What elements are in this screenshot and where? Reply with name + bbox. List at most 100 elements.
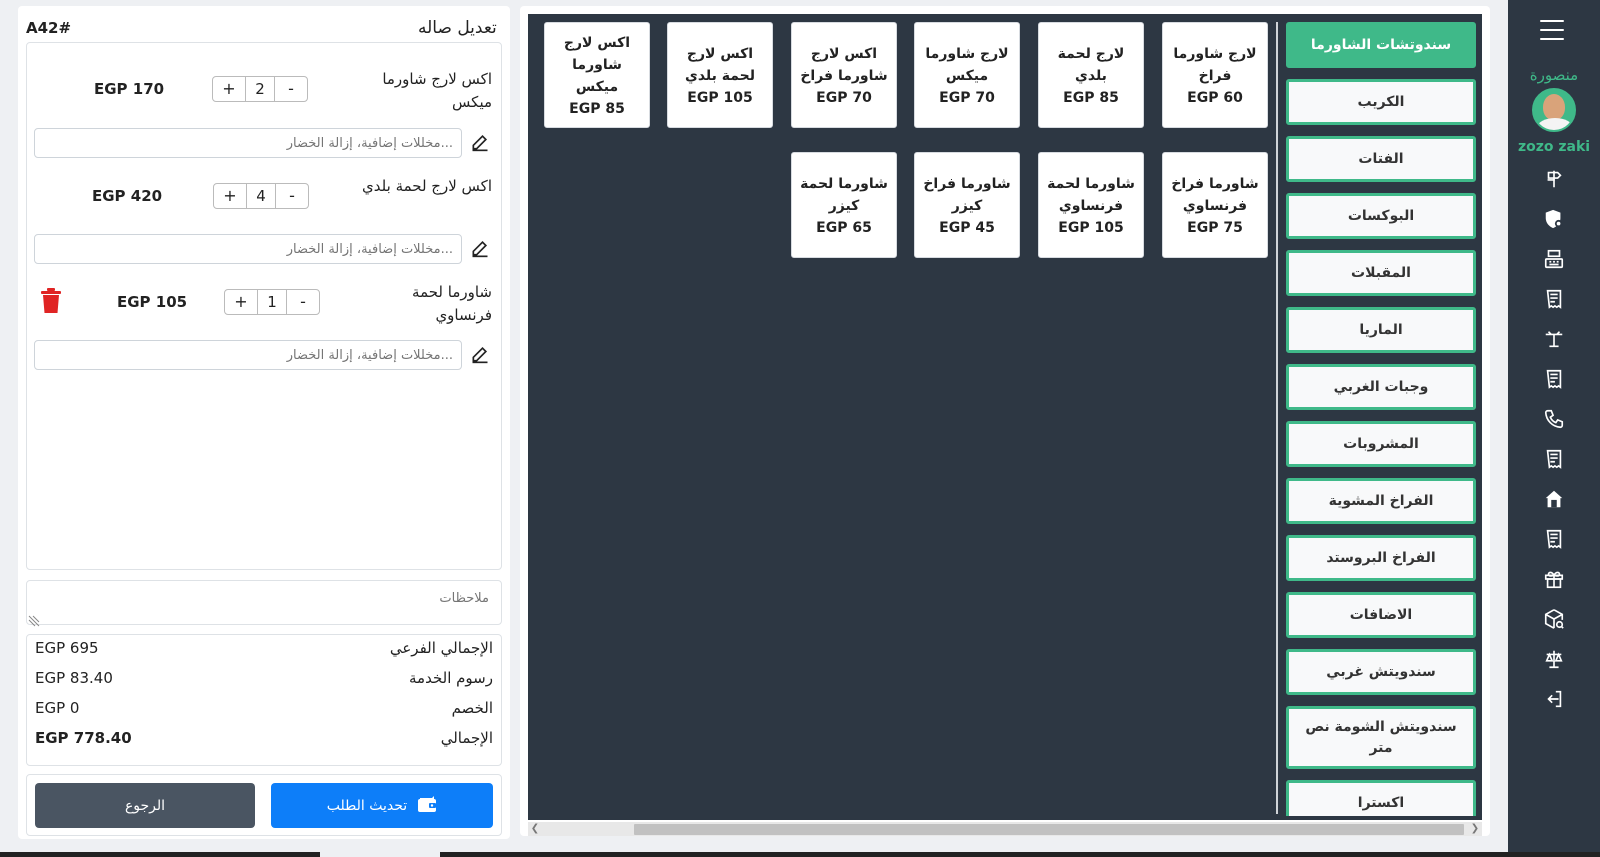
product-price: EGP 65 [816, 219, 872, 236]
category-crepe[interactable]: الكريب [1286, 79, 1476, 125]
product-price: EGP 85 [1063, 89, 1119, 106]
category-western-meals[interactable]: وجبات الغربي [1286, 364, 1476, 410]
branch-name: منصورة [1529, 66, 1579, 84]
category-divider [1276, 22, 1278, 814]
decrease-button[interactable]: - [275, 77, 307, 101]
product-card[interactable]: شاورما فراخ كيزر EGP 45 [914, 152, 1020, 258]
shield-gear-icon[interactable] [1542, 208, 1566, 232]
product-price: EGP 70 [939, 89, 995, 106]
product-name: شاورما لحمة فرنساوي [1047, 176, 1135, 214]
table-icon[interactable] [1542, 328, 1566, 352]
discount-row: EGP 0 الخصم [35, 693, 493, 723]
scrollbar-thumb[interactable] [634, 824, 1464, 835]
product-price: EGP 70 [816, 89, 872, 106]
scroll-left-icon[interactable]: ❮ [528, 822, 542, 836]
category-broasted-chicken[interactable]: الفراخ البروستد [1286, 535, 1476, 581]
category-western-sandwich[interactable]: سندويتش غربي [1286, 649, 1476, 695]
menu-icon[interactable] [1540, 20, 1564, 40]
phone-icon[interactable] [1542, 408, 1566, 432]
order-item-name: شاورما لحمة فرنساوي [412, 283, 492, 324]
order-item-name: اكس لارج شاورما ميكس [382, 70, 492, 111]
quantity-value: 4 [246, 184, 276, 208]
back-label: الرجوع [124, 797, 166, 814]
increase-button[interactable]: + [225, 290, 257, 314]
service-label: رسوم الخدمة [409, 669, 493, 687]
product-price: EGP 45 [939, 219, 995, 236]
package-search-icon[interactable] [1542, 608, 1566, 632]
order-actions: تحديث الطلب الرجوع [26, 774, 502, 836]
product-name: اكس لارج شاورما ميكس [563, 35, 631, 95]
edit-icon[interactable] [470, 344, 492, 366]
decrease-button[interactable]: - [276, 184, 308, 208]
store-icon[interactable] [1542, 488, 1566, 512]
edit-icon[interactable] [470, 238, 492, 260]
category-maria[interactable]: الماريا [1286, 307, 1476, 353]
receipt-icon[interactable] [1542, 368, 1566, 392]
order-item-price: EGP 420 [92, 187, 163, 205]
receipt-icon[interactable] [1542, 528, 1566, 552]
product-name: شاورما لحمة كيزر [800, 176, 888, 214]
order-totals: EGP 695 الإجمالي الفرعي EGP 83.40 رسوم ا… [26, 634, 502, 766]
product-card[interactable]: شاورما لحمة كيزر EGP 65 [791, 152, 897, 258]
scale-icon[interactable] [1542, 648, 1566, 672]
product-card[interactable]: اكس لارج لحمة بلدي EGP 105 [667, 22, 773, 128]
total-label: الإجمالي [440, 729, 493, 747]
wallet-icon [417, 795, 437, 817]
product-name: شاورما فراخ كيزر [923, 176, 1011, 214]
update-order-label: تحديث الطلب [326, 797, 408, 814]
extras-input[interactable] [34, 128, 462, 158]
category-extra[interactable]: اكسترا [1286, 780, 1476, 816]
order-item-price: EGP 170 [94, 80, 165, 98]
category-additions[interactable]: الاضافات [1286, 592, 1476, 638]
product-card[interactable]: شاورما لحمة فرنساوي EGP 105 [1038, 152, 1144, 258]
extras-input[interactable] [34, 234, 462, 264]
product-card[interactable]: اكس لارج شاورما فراخ EGP 70 [791, 22, 897, 128]
category-shawarma-sandwiches[interactable]: سندوتشات الشاورما [1286, 22, 1476, 68]
product-card[interactable]: لارج شاورما ميكس EGP 70 [914, 22, 1020, 128]
product-card[interactable]: لارج شاورما فراخ EGP 60 [1162, 22, 1268, 128]
quantity-stepper: + 2 - [212, 76, 308, 102]
receipt-icon[interactable] [1542, 448, 1566, 472]
logout-icon[interactable] [1542, 688, 1566, 712]
resize-handle-icon[interactable] [28, 612, 40, 627]
category-half-meter-sandwich[interactable]: سندويتش الشومة نص متر [1286, 706, 1476, 769]
notes-input[interactable] [26, 580, 502, 625]
product-price: EGP 85 [569, 100, 625, 117]
signpost-icon[interactable] [1542, 168, 1566, 192]
extras-input[interactable] [34, 340, 462, 370]
cash-register-icon[interactable] [1542, 248, 1566, 272]
total-value: EGP 778.40 [35, 729, 132, 747]
trash-icon[interactable] [40, 288, 62, 318]
gift-icon[interactable] [1542, 568, 1566, 592]
product-card[interactable]: لارج لحمة بلدي EGP 85 [1038, 22, 1144, 128]
quantity-stepper: + 4 - [213, 183, 309, 209]
increase-button[interactable]: + [214, 184, 246, 208]
product-price: EGP 60 [1187, 89, 1243, 106]
category-boxes[interactable]: البوكسات [1286, 193, 1476, 239]
update-order-button[interactable]: تحديث الطلب [271, 783, 493, 828]
horizontal-scrollbar[interactable]: ❮ ❯ [528, 822, 1482, 836]
avatar[interactable] [1532, 88, 1576, 132]
increase-button[interactable]: + [213, 77, 245, 101]
side-rail: منصورة zozo zaki [1508, 0, 1600, 857]
category-appetizers[interactable]: المقبلات [1286, 250, 1476, 296]
subtotal-row: EGP 695 الإجمالي الفرعي [35, 633, 493, 663]
scroll-right-icon[interactable]: ❯ [1468, 822, 1482, 836]
product-card[interactable]: شاورما فراخ فرنساوي EGP 75 [1162, 152, 1268, 258]
order-item-name: اكس لارج لحمة بلدي [362, 177, 492, 195]
category-drinks[interactable]: المشروبات [1286, 421, 1476, 467]
bottom-edge [440, 852, 1600, 857]
product-name: اكس لارج لحمة بلدي [685, 46, 755, 84]
decrease-button[interactable]: - [287, 290, 319, 314]
category-fatta[interactable]: الفتات [1286, 136, 1476, 182]
category-grilled-chicken[interactable]: الفراخ المشوية [1286, 478, 1476, 524]
receipt-icon[interactable] [1542, 288, 1566, 312]
order-title: تعديل صاله [418, 18, 497, 38]
product-card[interactable]: اكس لارج شاورما ميكس EGP 85 [544, 22, 650, 128]
edit-icon[interactable] [470, 132, 492, 154]
subtotal-value: EGP 695 [35, 639, 99, 657]
back-button[interactable]: الرجوع [35, 783, 255, 828]
product-name: لارج شاورما فراخ [1173, 46, 1257, 84]
service-value: EGP 83.40 [35, 669, 113, 687]
category-list: سندوتشات الشاورما الكريب الفتات البوكسات… [1286, 22, 1476, 816]
